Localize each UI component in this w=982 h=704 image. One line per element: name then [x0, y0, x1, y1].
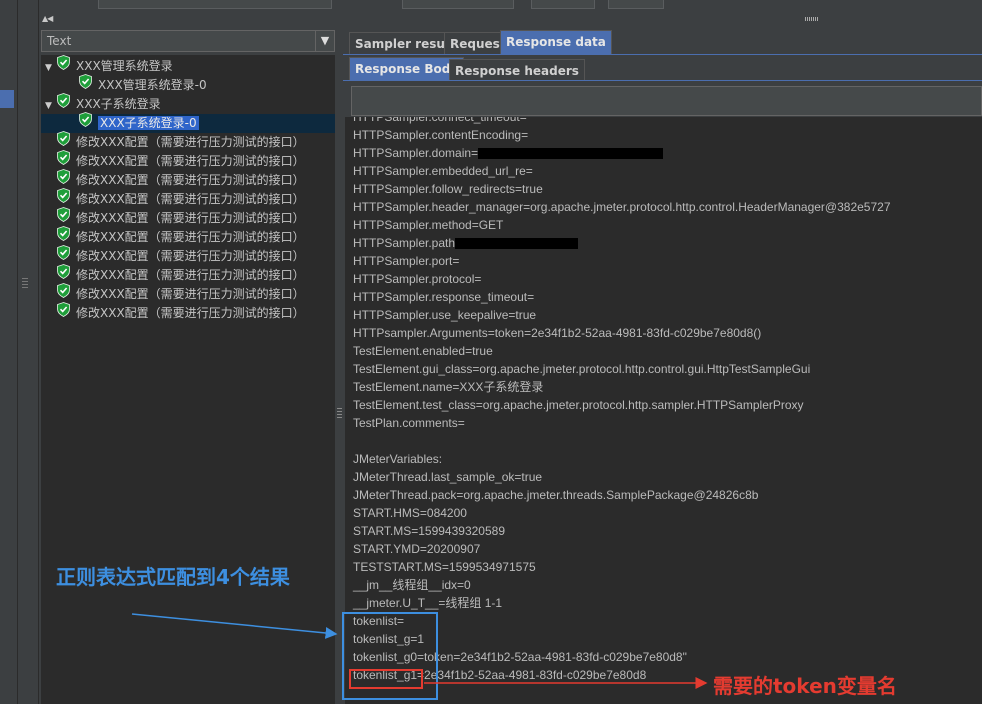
blue-arrow: [131, 613, 338, 639]
annotation-arrows: [131, 613, 708, 689]
